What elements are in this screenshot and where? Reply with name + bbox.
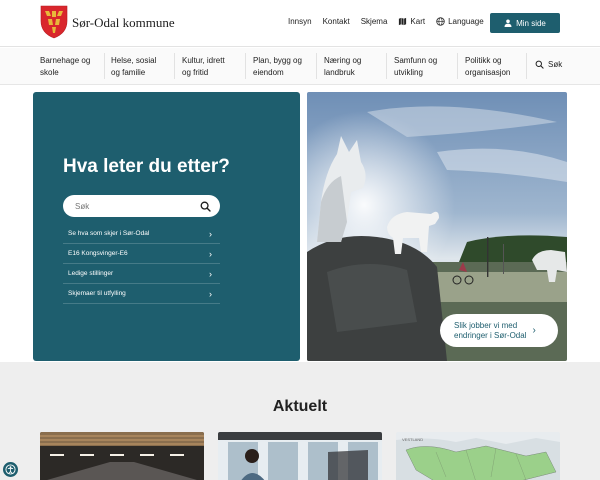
link-kontakt[interactable]: Kontakt — [323, 17, 350, 26]
coat-of-arms-logo[interactable] — [40, 5, 68, 39]
quick-link-item[interactable]: Se hva som skjer i Sør-Odal › — [63, 224, 220, 244]
nav-divider — [386, 53, 387, 79]
globe-icon — [436, 17, 445, 26]
nav-divider — [316, 53, 317, 79]
chevron-right-icon: › — [209, 248, 212, 259]
nav-item-barnehage[interactable]: Barnehage og skole — [40, 55, 90, 79]
hero-search-input[interactable] — [75, 201, 185, 211]
link-skjema[interactable]: Skjema — [361, 17, 388, 26]
nav-label-line2: eiendom — [253, 68, 284, 77]
link-kart[interactable]: Kart — [398, 17, 425, 26]
map-icon — [399, 17, 407, 26]
quick-link-item[interactable]: E16 Kongsvinger-E6 › — [63, 244, 220, 264]
quick-links-list: Se hva som skjer i Sør-Odal › E16 Kongsvi… — [63, 224, 220, 304]
kart-label: Kart — [410, 17, 426, 26]
min-side-button[interactable]: Min side — [490, 13, 560, 33]
search-panel: Hva leter du etter? Se hva som skjer i S… — [33, 92, 300, 361]
utility-links: Innsyn Kontakt Skjema Kart Language — [288, 17, 484, 26]
nav-label-line1: Barnehage og — [40, 56, 91, 65]
quick-link-label: E16 Kongsvinger-E6 — [68, 250, 128, 257]
nav-label-line1: Helse, sosial — [111, 56, 157, 65]
site-header: Sør-Odal kommune Innsyn Kontakt Skjema K… — [0, 0, 600, 47]
news-title: Aktuelt — [272, 398, 328, 415]
nav-label-line1: Kultur, idrett — [182, 56, 225, 65]
quick-link-label: Skjemaer til utfylling — [68, 290, 126, 297]
news-section: Aktuelt VESTLAND — [0, 362, 600, 480]
nav-item-samfunn[interactable]: Samfunn og utvikling — [394, 55, 437, 79]
search-icon[interactable] — [200, 201, 211, 212]
nav-item-plan[interactable]: Plan, bygg og eiendom — [253, 55, 302, 79]
nav-divider — [174, 53, 175, 79]
nav-item-naering[interactable]: Næring og landbruk — [324, 55, 361, 79]
main-navigation: Barnehage og skole Helse, sosial og famili… — [0, 48, 600, 85]
min-side-label: Min side — [516, 18, 546, 28]
quick-link-item[interactable]: Skjemaer til utfylling › — [63, 284, 220, 304]
nav-label-line2: organisasjon — [465, 68, 511, 77]
nav-label-line2: og familie — [111, 68, 146, 77]
nav-divider — [526, 53, 527, 79]
link-innsyn[interactable]: Innsyn — [288, 17, 312, 26]
cta-text: Slik jobber vi med endringer i Sør-Odal — [454, 321, 526, 341]
news-card-image[interactable] — [40, 432, 204, 480]
nav-item-politikk[interactable]: Politikk og organisasjon — [465, 55, 510, 79]
nav-label-line1: Næring og — [324, 56, 362, 65]
nav-item-kultur[interactable]: Kultur, idrett og fritid — [182, 55, 225, 79]
accessibility-icon — [5, 464, 16, 475]
chevron-right-icon: › — [209, 228, 212, 239]
hero-search-box[interactable] — [63, 195, 220, 217]
nav-label-line2: skole — [40, 68, 59, 77]
site-name[interactable]: Sør-Odal kommune — [72, 15, 175, 31]
nav-search-label: Søk — [548, 60, 563, 69]
svg-text:VESTLAND: VESTLAND — [402, 437, 423, 442]
search-icon — [535, 60, 544, 69]
chevron-right-icon: › — [532, 324, 536, 336]
nav-label-line2: landbruk — [324, 68, 355, 77]
language-label: Language — [448, 17, 484, 26]
nav-label-line1: Samfunn og — [394, 56, 438, 65]
cta-line1: Slik jobber vi med — [454, 320, 518, 330]
nav-label-line2: utvikling — [394, 68, 423, 77]
nav-divider — [245, 53, 246, 79]
accessibility-button[interactable] — [3, 462, 18, 477]
nav-label-line1: Politikk og — [465, 56, 502, 65]
user-icon — [504, 19, 512, 27]
chevron-right-icon: › — [209, 268, 212, 279]
quick-link-label: Se hva som skjer i Sør-Odal — [68, 230, 150, 237]
quick-link-item[interactable]: Ledige stillinger › — [63, 264, 220, 284]
quick-link-label: Ledige stillinger — [68, 270, 114, 277]
nav-divider — [104, 53, 105, 79]
nav-search-button[interactable]: Søk — [535, 60, 562, 69]
nav-divider — [457, 53, 458, 79]
chevron-right-icon: › — [209, 288, 212, 299]
change-work-cta-button[interactable]: Slik jobber vi med endringer i Sør-Odal › — [440, 314, 558, 347]
nav-label-line2: og fritid — [182, 68, 209, 77]
nav-label-line1: Plan, bygg og — [253, 56, 302, 65]
nav-item-helse[interactable]: Helse, sosial og familie — [111, 55, 156, 79]
cta-line2: endringer i Sør-Odal — [454, 330, 527, 340]
news-card-image[interactable]: VESTLAND — [396, 432, 560, 480]
news-card-image[interactable] — [218, 432, 382, 480]
hero-title: Hva leter du etter? — [63, 156, 230, 177]
link-language[interactable]: Language — [436, 17, 484, 26]
